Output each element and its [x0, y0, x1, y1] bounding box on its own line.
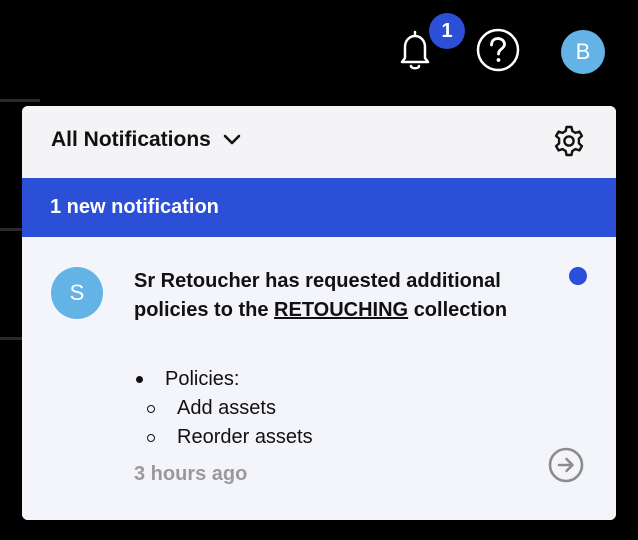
circle-bullet-icon — [147, 433, 155, 442]
bullet-icon — [136, 376, 143, 383]
app-page: 1 B All Notifications 1 new notification… — [0, 0, 638, 540]
policy-label: Add assets — [177, 397, 276, 419]
unread-indicator — [569, 267, 587, 285]
notification-item[interactable]: S Sr Retoucher has requested additional … — [22, 237, 616, 520]
policies-label: Policies: — [165, 368, 240, 390]
notification-count-badge: 1 — [429, 13, 465, 49]
background-divider — [0, 99, 40, 102]
chevron-down-icon — [223, 134, 241, 145]
notification-filter-dropdown[interactable]: All Notifications — [51, 128, 241, 152]
policy-label: Reorder assets — [177, 426, 313, 448]
user-avatar[interactable]: B — [561, 30, 605, 74]
notification-message: Sr Retoucher has requested additional po… — [134, 267, 534, 325]
filter-label: All Notifications — [51, 128, 211, 151]
panel-header: All Notifications — [22, 106, 616, 178]
policy-item: Reorder assets — [134, 423, 313, 452]
arrow-right-circle-icon[interactable] — [548, 447, 584, 483]
notification-timestamp: 3 hours ago — [134, 463, 248, 485]
help-icon[interactable] — [475, 27, 521, 73]
message-suffix: collection — [413, 299, 508, 321]
sender-avatar: S — [51, 267, 103, 319]
new-notification-banner: 1 new notification — [22, 178, 616, 237]
policy-details: Policies: Add assets Reorder assets — [134, 365, 313, 452]
collection-link[interactable]: RETOUCHING — [274, 299, 408, 321]
gear-icon[interactable] — [552, 124, 586, 158]
policy-item: Add assets — [134, 394, 313, 423]
notifications-panel: All Notifications 1 new notification S S… — [22, 106, 616, 520]
circle-bullet-icon — [147, 404, 155, 413]
policies-heading-row: Policies: — [134, 365, 313, 394]
